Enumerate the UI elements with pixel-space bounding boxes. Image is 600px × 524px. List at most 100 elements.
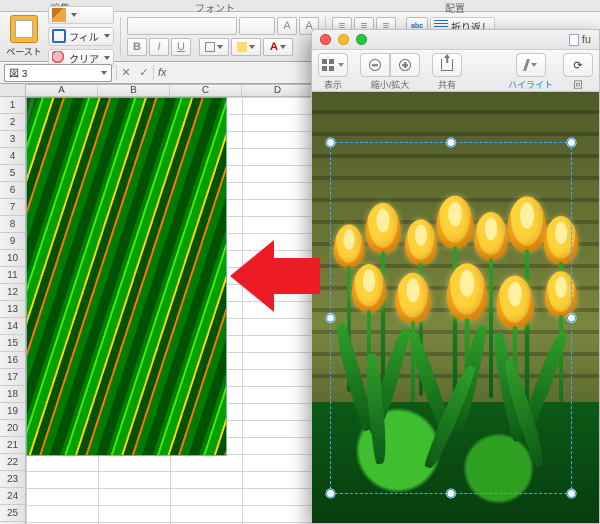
- cancel-formula-button[interactable]: ✕: [117, 64, 135, 82]
- selection-handle[interactable]: [567, 138, 576, 147]
- minimize-traffic-light[interactable]: [338, 34, 349, 45]
- row-header[interactable]: 14: [0, 318, 25, 335]
- zoom-traffic-light[interactable]: [356, 34, 367, 45]
- font-family-select[interactable]: [127, 17, 237, 35]
- crop-selection[interactable]: [330, 142, 572, 494]
- rotate-label: 回: [573, 78, 582, 91]
- italic-button[interactable]: I: [149, 38, 169, 56]
- ribbon-separator: [120, 17, 121, 57]
- rotate-group: ⟳ 回: [563, 53, 593, 88]
- zoom-in-button[interactable]: [390, 53, 420, 77]
- bold-button[interactable]: B: [127, 38, 147, 56]
- row-header[interactable]: 24: [0, 488, 25, 505]
- grow-font-button[interactable]: A: [277, 17, 297, 35]
- zoom-out-icon: [369, 59, 381, 71]
- chevron-down-icon: [249, 45, 255, 49]
- chevron-down-icon: [104, 34, 110, 38]
- view-label: 表示: [324, 78, 342, 91]
- row-header[interactable]: 3: [0, 131, 25, 148]
- row-header[interactable]: 16: [0, 352, 25, 369]
- paste-label: ペースト: [6, 45, 42, 58]
- row-header[interactable]: 9: [0, 233, 25, 250]
- row-header[interactable]: 10: [0, 250, 25, 267]
- row-header[interactable]: 8: [0, 216, 25, 233]
- font-color-button[interactable]: A: [263, 38, 293, 56]
- row-header[interactable]: 2: [0, 114, 25, 131]
- document-title: fu: [582, 34, 591, 46]
- font-size-select[interactable]: [239, 17, 275, 35]
- highlight-button[interactable]: [516, 53, 546, 77]
- row-header[interactable]: 25: [0, 505, 25, 522]
- row-header[interactable]: 18: [0, 386, 25, 403]
- column-header[interactable]: B: [98, 85, 170, 96]
- view-group: 表示: [318, 53, 348, 88]
- highlight-label: ハイライト: [508, 78, 553, 91]
- underline-button[interactable]: U: [171, 38, 191, 56]
- name-box[interactable]: 図 3: [4, 64, 112, 82]
- zoom-out-button[interactable]: [360, 53, 390, 77]
- titlebar[interactable]: fu: [312, 30, 599, 50]
- preview-window: fu 表示 縮小/拡大 共有 ハイライト ⟳ 回: [311, 29, 600, 524]
- border-button[interactable]: [199, 38, 229, 56]
- column-header[interactable]: D: [242, 85, 314, 96]
- share-label: 共有: [438, 78, 456, 91]
- row-header[interactable]: 20: [0, 420, 25, 437]
- selection-handle[interactable]: [567, 314, 576, 323]
- fx-label: fx: [158, 67, 167, 79]
- paste-button[interactable]: ペースト: [4, 15, 44, 58]
- row-header[interactable]: 12: [0, 284, 25, 301]
- row-headers[interactable]: 1234567891011121314151617181920212223242…: [0, 97, 26, 524]
- row-header[interactable]: 11: [0, 267, 25, 284]
- zoom-label: 縮小/拡大: [371, 78, 410, 91]
- row-header[interactable]: 23: [0, 471, 25, 488]
- window-title: fu: [569, 34, 591, 46]
- accept-formula-button[interactable]: ✓: [135, 64, 153, 82]
- row-header[interactable]: 7: [0, 199, 25, 216]
- chevron-down-icon: [101, 71, 107, 75]
- chevron-down-icon: [71, 13, 77, 17]
- row-header[interactable]: 1: [0, 97, 25, 114]
- fill-label: フィル: [69, 29, 99, 44]
- selection-handle[interactable]: [326, 138, 335, 147]
- column-header[interactable]: A: [26, 85, 98, 96]
- row-header[interactable]: 13: [0, 301, 25, 318]
- arrow-stem: [274, 258, 320, 294]
- selection-handle[interactable]: [447, 489, 456, 498]
- embedded-image[interactable]: [26, 97, 227, 456]
- ribbon-group-font: フォント: [120, 0, 310, 11]
- row-header[interactable]: 17: [0, 369, 25, 386]
- rotate-button[interactable]: ⟳: [563, 53, 593, 77]
- row-header[interactable]: 6: [0, 182, 25, 199]
- ribbon-group-align: 配置: [310, 0, 600, 11]
- grid-icon: [322, 59, 334, 71]
- document-icon: [569, 34, 579, 46]
- column-header[interactable]: C: [170, 85, 242, 96]
- row-header[interactable]: 5: [0, 165, 25, 182]
- row-header[interactable]: 15: [0, 335, 25, 352]
- fill-button[interactable]: フィル: [48, 27, 114, 46]
- row-header[interactable]: 19: [0, 403, 25, 420]
- arrow-left-icon: [230, 240, 274, 312]
- eraser-icon: [52, 51, 66, 65]
- selection-handle[interactable]: [326, 314, 335, 323]
- share-group: 共有: [432, 53, 462, 88]
- preview-toolbar: 表示 縮小/拡大 共有 ハイライト ⟳ 回: [312, 50, 599, 92]
- close-traffic-light[interactable]: [320, 34, 331, 45]
- selection-handle[interactable]: [326, 489, 335, 498]
- view-mode-button[interactable]: [318, 53, 348, 77]
- selection-handle[interactable]: [447, 138, 456, 147]
- zoom-in-icon: [399, 59, 411, 71]
- clipboard-icon: [10, 15, 38, 43]
- fill-color-button[interactable]: [231, 38, 261, 56]
- fill-icon: [52, 29, 66, 43]
- selection-handle[interactable]: [567, 489, 576, 498]
- row-header[interactable]: 4: [0, 148, 25, 165]
- row-header[interactable]: 21: [0, 437, 25, 454]
- image-canvas[interactable]: [312, 92, 599, 523]
- red-arrow-annotation: [230, 240, 320, 312]
- format-painter-button[interactable]: [48, 6, 114, 24]
- row-header[interactable]: 22: [0, 454, 25, 471]
- select-all-corner[interactable]: [0, 84, 26, 97]
- share-button[interactable]: [432, 53, 462, 77]
- chevron-down-icon: [531, 63, 537, 67]
